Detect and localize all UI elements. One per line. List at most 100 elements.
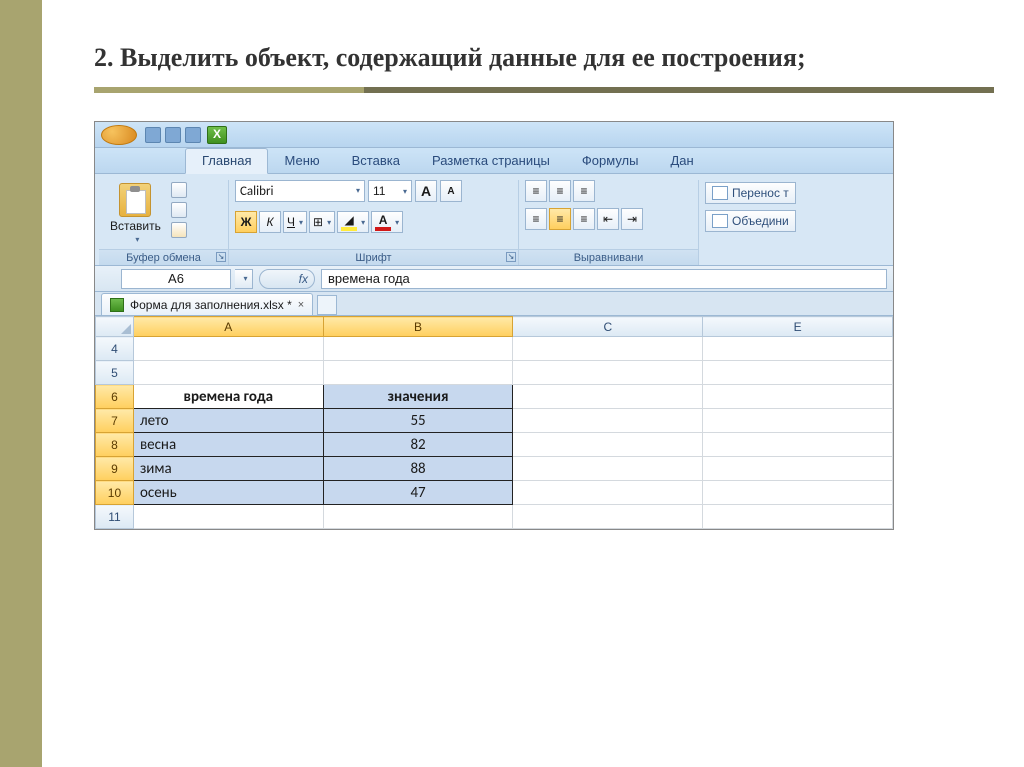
- office-button[interactable]: [101, 125, 137, 145]
- decrease-indent-button[interactable]: ⇤: [597, 208, 619, 230]
- cell-b6[interactable]: значения: [323, 385, 513, 409]
- tab-menu[interactable]: Меню: [268, 149, 335, 173]
- cell-c11[interactable]: [513, 505, 703, 529]
- clipboard-dialog-launcher[interactable]: ↘: [216, 252, 226, 262]
- cell-c10[interactable]: [513, 481, 703, 505]
- align-top-icon: ≡: [532, 184, 539, 198]
- copy-icon[interactable]: [171, 202, 187, 218]
- border-button[interactable]: ⊞▾: [309, 211, 335, 233]
- formula-input[interactable]: времена года: [321, 269, 887, 289]
- wrap-text-label: Перенос т: [732, 186, 789, 200]
- font-color-swatch: [375, 227, 391, 231]
- align-bottom-button[interactable]: ≡: [573, 180, 595, 202]
- row-head-11[interactable]: 11: [96, 505, 134, 529]
- paste-button[interactable]: Вставить ▾: [105, 180, 166, 247]
- ribbon-tabs: Главная Меню Вставка Разметка страницы Ф…: [95, 148, 893, 174]
- format-painter-icon[interactable]: [171, 222, 187, 238]
- align-middle-button[interactable]: ≡: [549, 180, 571, 202]
- select-all-corner[interactable]: [96, 317, 134, 337]
- tab-layout[interactable]: Разметка страницы: [416, 149, 566, 173]
- align-left-button[interactable]: ≡: [525, 208, 547, 230]
- cell-a9[interactable]: зима: [133, 457, 323, 481]
- name-box-dropdown[interactable]: ▾: [235, 269, 253, 289]
- tab-home[interactable]: Главная: [185, 148, 268, 174]
- cell-c9[interactable]: [513, 457, 703, 481]
- cell-c6[interactable]: [513, 385, 703, 409]
- decrease-font-button[interactable]: A: [440, 180, 462, 202]
- merge-cells-button[interactable]: Объедини: [705, 210, 796, 232]
- cell-a10[interactable]: осень: [133, 481, 323, 505]
- qa-undo-icon[interactable]: [165, 127, 181, 143]
- cell-a8[interactable]: весна: [133, 433, 323, 457]
- col-head-e[interactable]: E: [703, 317, 893, 337]
- align-middle-icon: ≡: [556, 184, 563, 198]
- name-box[interactable]: A6: [121, 269, 231, 289]
- row-head-5[interactable]: 5: [96, 361, 134, 385]
- cell-e11[interactable]: [703, 505, 893, 529]
- col-head-b[interactable]: B: [323, 317, 513, 337]
- font-name-value: Calibri: [240, 184, 273, 199]
- italic-button[interactable]: К: [259, 211, 281, 233]
- cell-e10[interactable]: [703, 481, 893, 505]
- cell-b5[interactable]: [323, 361, 513, 385]
- font-name-select[interactable]: Calibri ▾: [235, 180, 365, 202]
- close-icon[interactable]: ×: [298, 299, 304, 311]
- qa-save-icon[interactable]: [145, 127, 161, 143]
- cell-c5[interactable]: [513, 361, 703, 385]
- indent-icon: ⇥: [627, 212, 637, 226]
- fill-color-button[interactable]: ◢▾: [337, 211, 369, 233]
- tab-formulas[interactable]: Формулы: [566, 149, 655, 173]
- cell-a6[interactable]: времена года: [133, 385, 323, 409]
- cell-e9[interactable]: [703, 457, 893, 481]
- cell-b9[interactable]: 88: [323, 457, 513, 481]
- tab-data[interactable]: Дан: [654, 149, 709, 173]
- workbook-tab[interactable]: Форма для заполнения.xlsx * ×: [101, 293, 313, 315]
- align-center-button[interactable]: ≡: [549, 208, 571, 230]
- wrap-text-button[interactable]: Перенос т: [705, 182, 796, 204]
- underline-button[interactable]: Ч▾: [283, 211, 307, 233]
- qa-redo-icon[interactable]: [185, 127, 201, 143]
- font-dialog-launcher[interactable]: ↘: [506, 252, 516, 262]
- cell-e7[interactable]: [703, 409, 893, 433]
- row-head-8[interactable]: 8: [96, 433, 134, 457]
- document-tabs: Форма для заполнения.xlsx * ×: [95, 292, 893, 316]
- cell-c4[interactable]: [513, 337, 703, 361]
- cell-a11[interactable]: [133, 505, 323, 529]
- underline-icon: Ч: [287, 215, 295, 229]
- cell-b8[interactable]: 82: [323, 433, 513, 457]
- bold-button[interactable]: Ж: [235, 211, 257, 233]
- row-head-6[interactable]: 6: [96, 385, 134, 409]
- cell-a4[interactable]: [133, 337, 323, 361]
- increase-indent-button[interactable]: ⇥: [621, 208, 643, 230]
- cell-e8[interactable]: [703, 433, 893, 457]
- cell-b10[interactable]: 47: [323, 481, 513, 505]
- row-head-10[interactable]: 10: [96, 481, 134, 505]
- col-head-a[interactable]: A: [133, 317, 323, 337]
- cell-e6[interactable]: [703, 385, 893, 409]
- align-right-button[interactable]: ≡: [573, 208, 595, 230]
- increase-font-button[interactable]: A: [415, 180, 437, 202]
- cell-e5[interactable]: [703, 361, 893, 385]
- cell-a5[interactable]: [133, 361, 323, 385]
- align-top-button[interactable]: ≡: [525, 180, 547, 202]
- cell-c8[interactable]: [513, 433, 703, 457]
- quick-access-toolbar: [95, 122, 893, 148]
- font-color-button[interactable]: A▾: [371, 211, 403, 233]
- row-head-7[interactable]: 7: [96, 409, 134, 433]
- row-head-9[interactable]: 9: [96, 457, 134, 481]
- cell-b7[interactable]: 55: [323, 409, 513, 433]
- cut-icon[interactable]: [171, 182, 187, 198]
- cell-b11[interactable]: [323, 505, 513, 529]
- col-head-c[interactable]: C: [513, 317, 703, 337]
- cell-a7[interactable]: лето: [133, 409, 323, 433]
- row-head-4[interactable]: 4: [96, 337, 134, 361]
- cell-b4[interactable]: [323, 337, 513, 361]
- cell-c7[interactable]: [513, 409, 703, 433]
- font-size-select[interactable]: 11 ▾: [368, 180, 412, 202]
- new-document-tab[interactable]: [317, 295, 337, 315]
- fx-button[interactable]: fx: [259, 269, 315, 289]
- cell-e4[interactable]: [703, 337, 893, 361]
- tab-insert[interactable]: Вставка: [336, 149, 416, 173]
- italic-icon: К: [266, 215, 273, 229]
- spreadsheet-grid[interactable]: A B C E 4 5: [95, 316, 893, 529]
